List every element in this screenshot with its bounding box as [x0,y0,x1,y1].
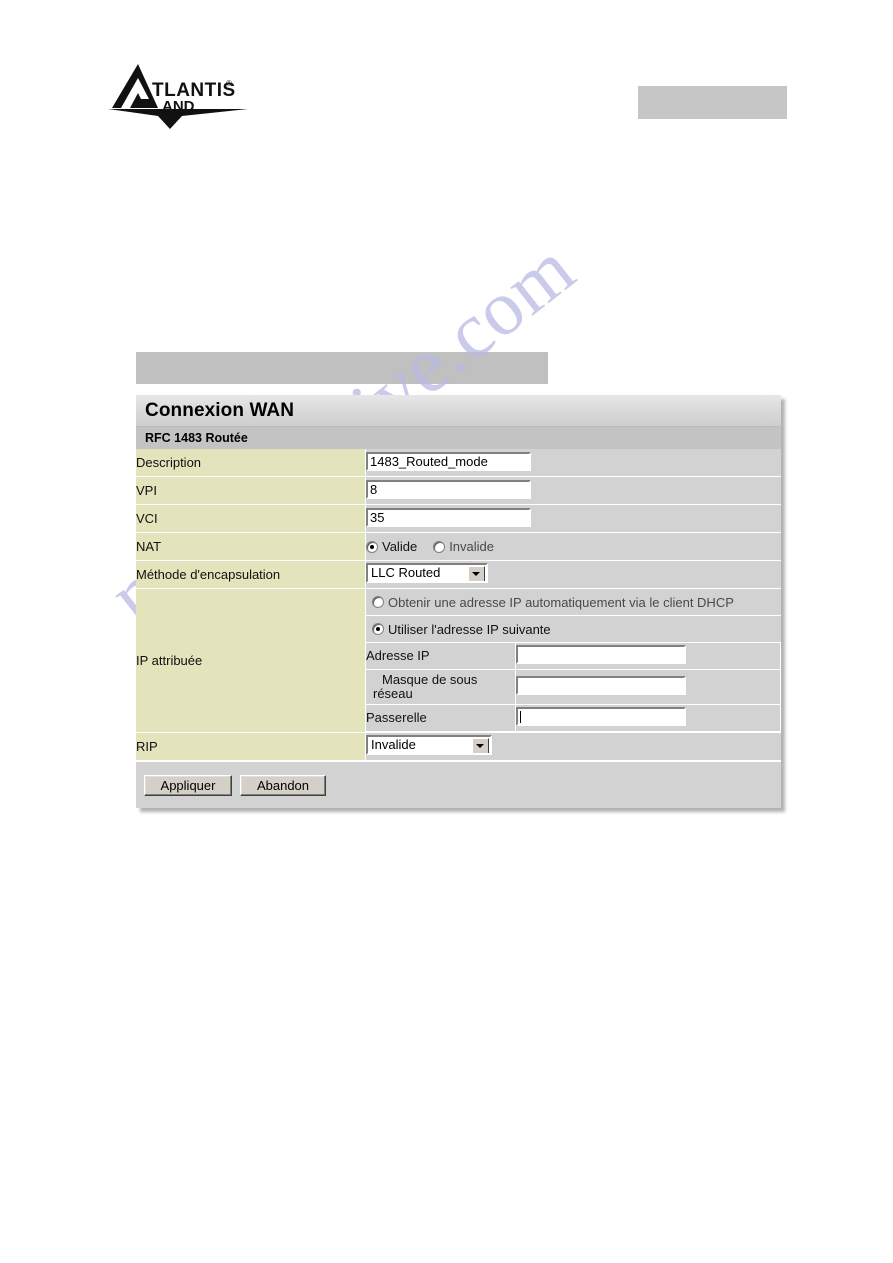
label-assigned-ip: IP attribuée [136,588,366,733]
label-vci: VCI [136,504,366,533]
atlantis-land-logo: TLANTIS ® AND [108,58,248,130]
panel-footer: Appliquer Abandon [136,761,781,808]
cancel-button[interactable]: Abandon [240,775,326,796]
rip-select[interactable]: Invalide [366,735,492,755]
text-caret [520,711,521,723]
assigned-ip-radio-dhcp[interactable]: Obtenir une adresse IP automatiquement v… [372,595,734,610]
table-row-vci: VCI 35 [136,504,781,533]
label-rip: RIP [136,732,366,761]
field-cell-assigned-ip: Obtenir une adresse IP automatiquement v… [365,588,781,733]
table-row-gateway: Passerelle [366,704,781,732]
wan-connection-panel: Connexion WAN RFC 1483 Routée Descriptio… [136,395,781,808]
assigned-ip-radio-dhcp-label: Obtenir une adresse IP automatiquement v… [388,594,734,610]
encapsulation-select-value: LLC Routed [371,565,441,580]
label-nat: NAT [136,532,366,561]
table-row-ip-address: Adresse IP [366,643,781,670]
nat-radio-group: Valide Invalide [366,533,781,560]
table-row-subnet-mask: Masque de sous réseau [366,669,781,705]
field-cell-gateway [515,704,781,732]
field-cell-subnet-mask [515,669,781,705]
field-cell-vci: 35 [365,504,781,533]
table-row-encapsulation: Méthode d'encapsulation LLC Routed [136,560,781,589]
field-cell-description: 1483_Routed_mode [365,449,781,477]
ip-address-input[interactable] [516,645,686,664]
gateway-input[interactable] [516,707,686,726]
vpi-input[interactable]: 8 [366,479,531,499]
radio-dot-icon [372,623,384,635]
nat-radio-valide-label: Valide [382,539,418,554]
radio-dot-icon [433,540,446,553]
panel-subtitle: RFC 1483 Routée [136,426,781,449]
section-caption-bar [136,352,548,384]
svg-text:®: ® [226,79,232,88]
encapsulation-select[interactable]: LLC Routed [366,563,488,583]
header-placeholder-plate [638,86,787,119]
field-cell-vpi: 8 [365,476,781,505]
document-page: TLANTIS ® AND manualshive.com Connexion … [0,0,893,1263]
assigned-ip-radio-static[interactable]: Utiliser l'adresse IP suivante [372,622,551,637]
label-ip-address: Adresse IP [366,643,516,670]
field-cell-ip-address [515,643,781,670]
field-cell-rip: Invalide [365,732,781,761]
label-description: Description [136,449,366,477]
table-row-nat: NAT Valide Invalide [136,532,781,561]
wan-settings-table: Description 1483_Routed_mode VPI 8 VCI 3… [136,449,781,761]
field-cell-encapsulation: LLC Routed [365,560,781,589]
radio-dot-icon [372,596,384,608]
label-subnet-mask-line1: Masque de sous [382,672,478,687]
label-subnet-mask-line2: réseau [373,686,413,701]
static-ip-subtable: Adresse IP Masque de sous réseau Passere… [366,643,781,732]
rip-select-value: Invalide [371,737,416,752]
label-vpi: VPI [136,476,366,505]
assigned-ip-radio-dhcp-row: Obtenir une adresse IP automatiquement v… [366,589,781,616]
apply-button[interactable]: Appliquer [144,775,232,796]
description-input[interactable]: 1483_Routed_mode [366,451,531,471]
assigned-ip-radio-static-label: Utiliser l'adresse IP suivante [388,621,551,637]
nat-radio-invalide-label: Invalide [449,539,494,554]
field-cell-nat: Valide Invalide [365,532,781,561]
table-row-description: Description 1483_Routed_mode [136,449,781,477]
nat-radio-valide[interactable]: Valide [366,539,417,554]
chevron-down-icon[interactable] [468,566,485,581]
vci-input[interactable]: 35 [366,507,531,527]
nat-radio-invalide[interactable]: Invalide [433,539,494,554]
chevron-down-icon[interactable] [472,738,489,753]
panel-title: Connexion WAN [136,395,781,426]
table-row-assigned-ip: IP attribuée Obtenir une adresse IP auto… [136,588,781,733]
label-gateway: Passerelle [366,704,516,732]
label-encapsulation: Méthode d'encapsulation [136,560,366,589]
radio-dot-icon [366,540,378,553]
table-row-vpi: VPI 8 [136,476,781,505]
table-row-rip: RIP Invalide [136,732,781,761]
subnet-mask-input[interactable] [516,676,686,695]
assigned-ip-radio-static-row: Utiliser l'adresse IP suivante [366,616,781,643]
label-subnet-mask: Masque de sous réseau [366,669,516,705]
